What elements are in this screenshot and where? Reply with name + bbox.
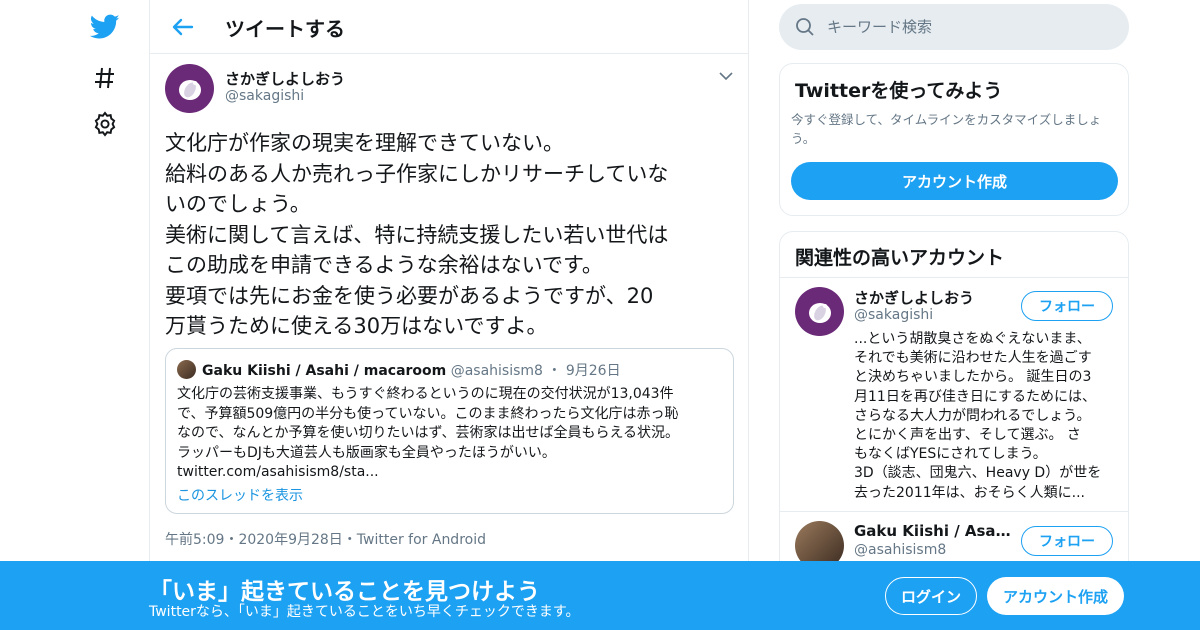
tweet-text-line: 美術に関して言えば、特に持続支援したい若い世代は <box>165 222 669 247</box>
tweet-text-line: 万貰うために使える30万はないですよ。 <box>165 314 548 338</box>
banner-create-account-button[interactable]: アカウント作成 <box>987 577 1124 615</box>
banner-subtitle: Twitterなら、「いま」起きていることをいち早くチェックできます。 <box>149 604 580 620</box>
quote-separator: ・ <box>547 363 562 379</box>
signup-card-title: Twitterを使ってみよう <box>795 80 1003 102</box>
quote-line: twitter.com/asahisism8/sta... <box>177 464 379 480</box>
create-account-button[interactable]: アカウント作成 <box>791 162 1118 200</box>
related-account-name[interactable]: Gaku Kiishi / Asahi / ... <box>854 522 1014 540</box>
quote-line: 文化庁の芸術支援事業、もうすぐ終わるというのに現在の交付状況が13,043件 <box>177 386 674 402</box>
bio-line: もなくばYESにされてしまう。 <box>854 446 1047 463</box>
quoted-tweet[interactable]: Gaku Kiishi / Asahi / macaroom @asahisis… <box>165 348 734 514</box>
quote-line: なので、なんとか予算を使い切りたいはず、芸術家は出せば全員もらえる状況。 <box>177 425 680 441</box>
signup-card: Twitterを使ってみよう 今すぐ登録して、タイムラインをカスタマイズしましょ… <box>779 63 1129 216</box>
bio-line: と決めちゃいましたから。 誕生日の3 <box>854 369 1092 386</box>
bio-line: それでも美術に沿わせた人生を過ごす <box>854 350 1092 367</box>
avatar[interactable] <box>165 64 214 113</box>
bio-line: 月11日を再び佳き日にするためには、 <box>854 388 1096 405</box>
author-handle[interactable]: @sakagishi <box>225 88 304 104</box>
quote-date: 9月26日 <box>565 363 621 379</box>
main-column: ツイートする さかぎしよしおう @sakagishi 文化庁が作家の現実を理解で… <box>149 0 749 630</box>
author-name[interactable]: さかぎしよしおう <box>225 68 345 89</box>
avatar[interactable] <box>795 287 844 336</box>
quote-author-handle: @asahisism8 <box>450 363 543 379</box>
bio-line: さらなる大人力が問われるでしょう。 <box>854 407 1091 424</box>
follow-button[interactable]: フォロー <box>1021 526 1113 556</box>
related-account-name[interactable]: さかぎしよしおう <box>854 287 1014 308</box>
quote-avatar <box>177 360 196 379</box>
quote-author-name: Gaku Kiishi / Asahi / macaroom <box>202 363 447 379</box>
search-bar <box>779 4 1129 50</box>
related-accounts-title: 関連性の高いアカウント <box>795 247 1005 269</box>
quote-body: 文化庁の芸術支援事業、もうすぐ終わるというのに現在の交付状況が13,043件 で… <box>177 385 722 483</box>
tweet-text-line: 給料のある人か売れっ子作家にしかリサーチしていな <box>165 161 669 186</box>
back-arrow-icon[interactable] <box>168 12 198 42</box>
chevron-down-icon[interactable] <box>718 68 734 84</box>
hashtag-icon[interactable] <box>88 61 122 95</box>
twitter-bird-icon[interactable] <box>88 10 122 44</box>
page-header: ツイートする <box>150 0 748 54</box>
bio-line: とにかく声を出す、そして選ぶ。 さ <box>854 427 1081 444</box>
signup-card-description: 今すぐ登録して、タイムラインをカスタマイズしましょう。 <box>791 112 1102 146</box>
show-thread-link[interactable]: このスレッドを表示 <box>177 485 303 505</box>
tweet-text: 文化庁が作家の現実を理解できていない。 給料のある人か売れっ子作家にしかリサーチ… <box>165 128 737 342</box>
quote-header: Gaku Kiishi / Asahi / macaroom @asahisis… <box>202 360 621 380</box>
tweet-text-line: いのでしょう。 <box>165 192 311 216</box>
bio-line: 3D（談志、団鬼六、Heavy D）が世を <box>854 465 1102 482</box>
quote-line: ラッパーもDJも大道芸人も版画家も全員やったほうがいい。 <box>177 444 556 461</box>
divider <box>780 277 1128 278</box>
divider <box>780 511 1128 512</box>
tweet-text-line: 要項では先にお金を使う必要があるようですが、20 <box>165 283 654 308</box>
related-account-handle[interactable]: @sakagishi <box>854 307 933 323</box>
page-title: ツイートする <box>225 17 345 41</box>
related-account-bio: ...という胡散臭さをぬぐえないまま、 それでも美術に沿わせた人生を過ごす と決… <box>854 330 1116 503</box>
tweet-timestamp[interactable]: 午前5:09・2020年9月28日・Twitter for Android <box>165 529 486 549</box>
login-button[interactable]: ログイン <box>885 577 977 615</box>
tweet-text-line: 文化庁が作家の現実を理解できていない。 <box>165 131 564 155</box>
left-nav <box>0 0 150 630</box>
quote-line: で、予算額509億円の半分も使っていない。このまま終わったら文化庁は赤っ恥 <box>177 405 679 422</box>
signup-banner: 「いま」起きていることを見つけよう Twitterなら、「いま」起きていることを… <box>0 561 1200 630</box>
bio-line: 去った2011年は、おそらく人類に... <box>854 484 1085 501</box>
search-icon <box>795 17 815 37</box>
gear-icon[interactable] <box>88 107 122 141</box>
related-account-handle[interactable]: @asahisism8 <box>854 542 946 558</box>
bio-line: ...という胡散臭さをぬぐえないまま、 <box>854 331 1091 347</box>
follow-button[interactable]: フォロー <box>1021 291 1113 321</box>
search-input[interactable] <box>827 4 1117 50</box>
tweet-text-line: この助成を申請できるような余裕はないです。 <box>165 253 603 277</box>
